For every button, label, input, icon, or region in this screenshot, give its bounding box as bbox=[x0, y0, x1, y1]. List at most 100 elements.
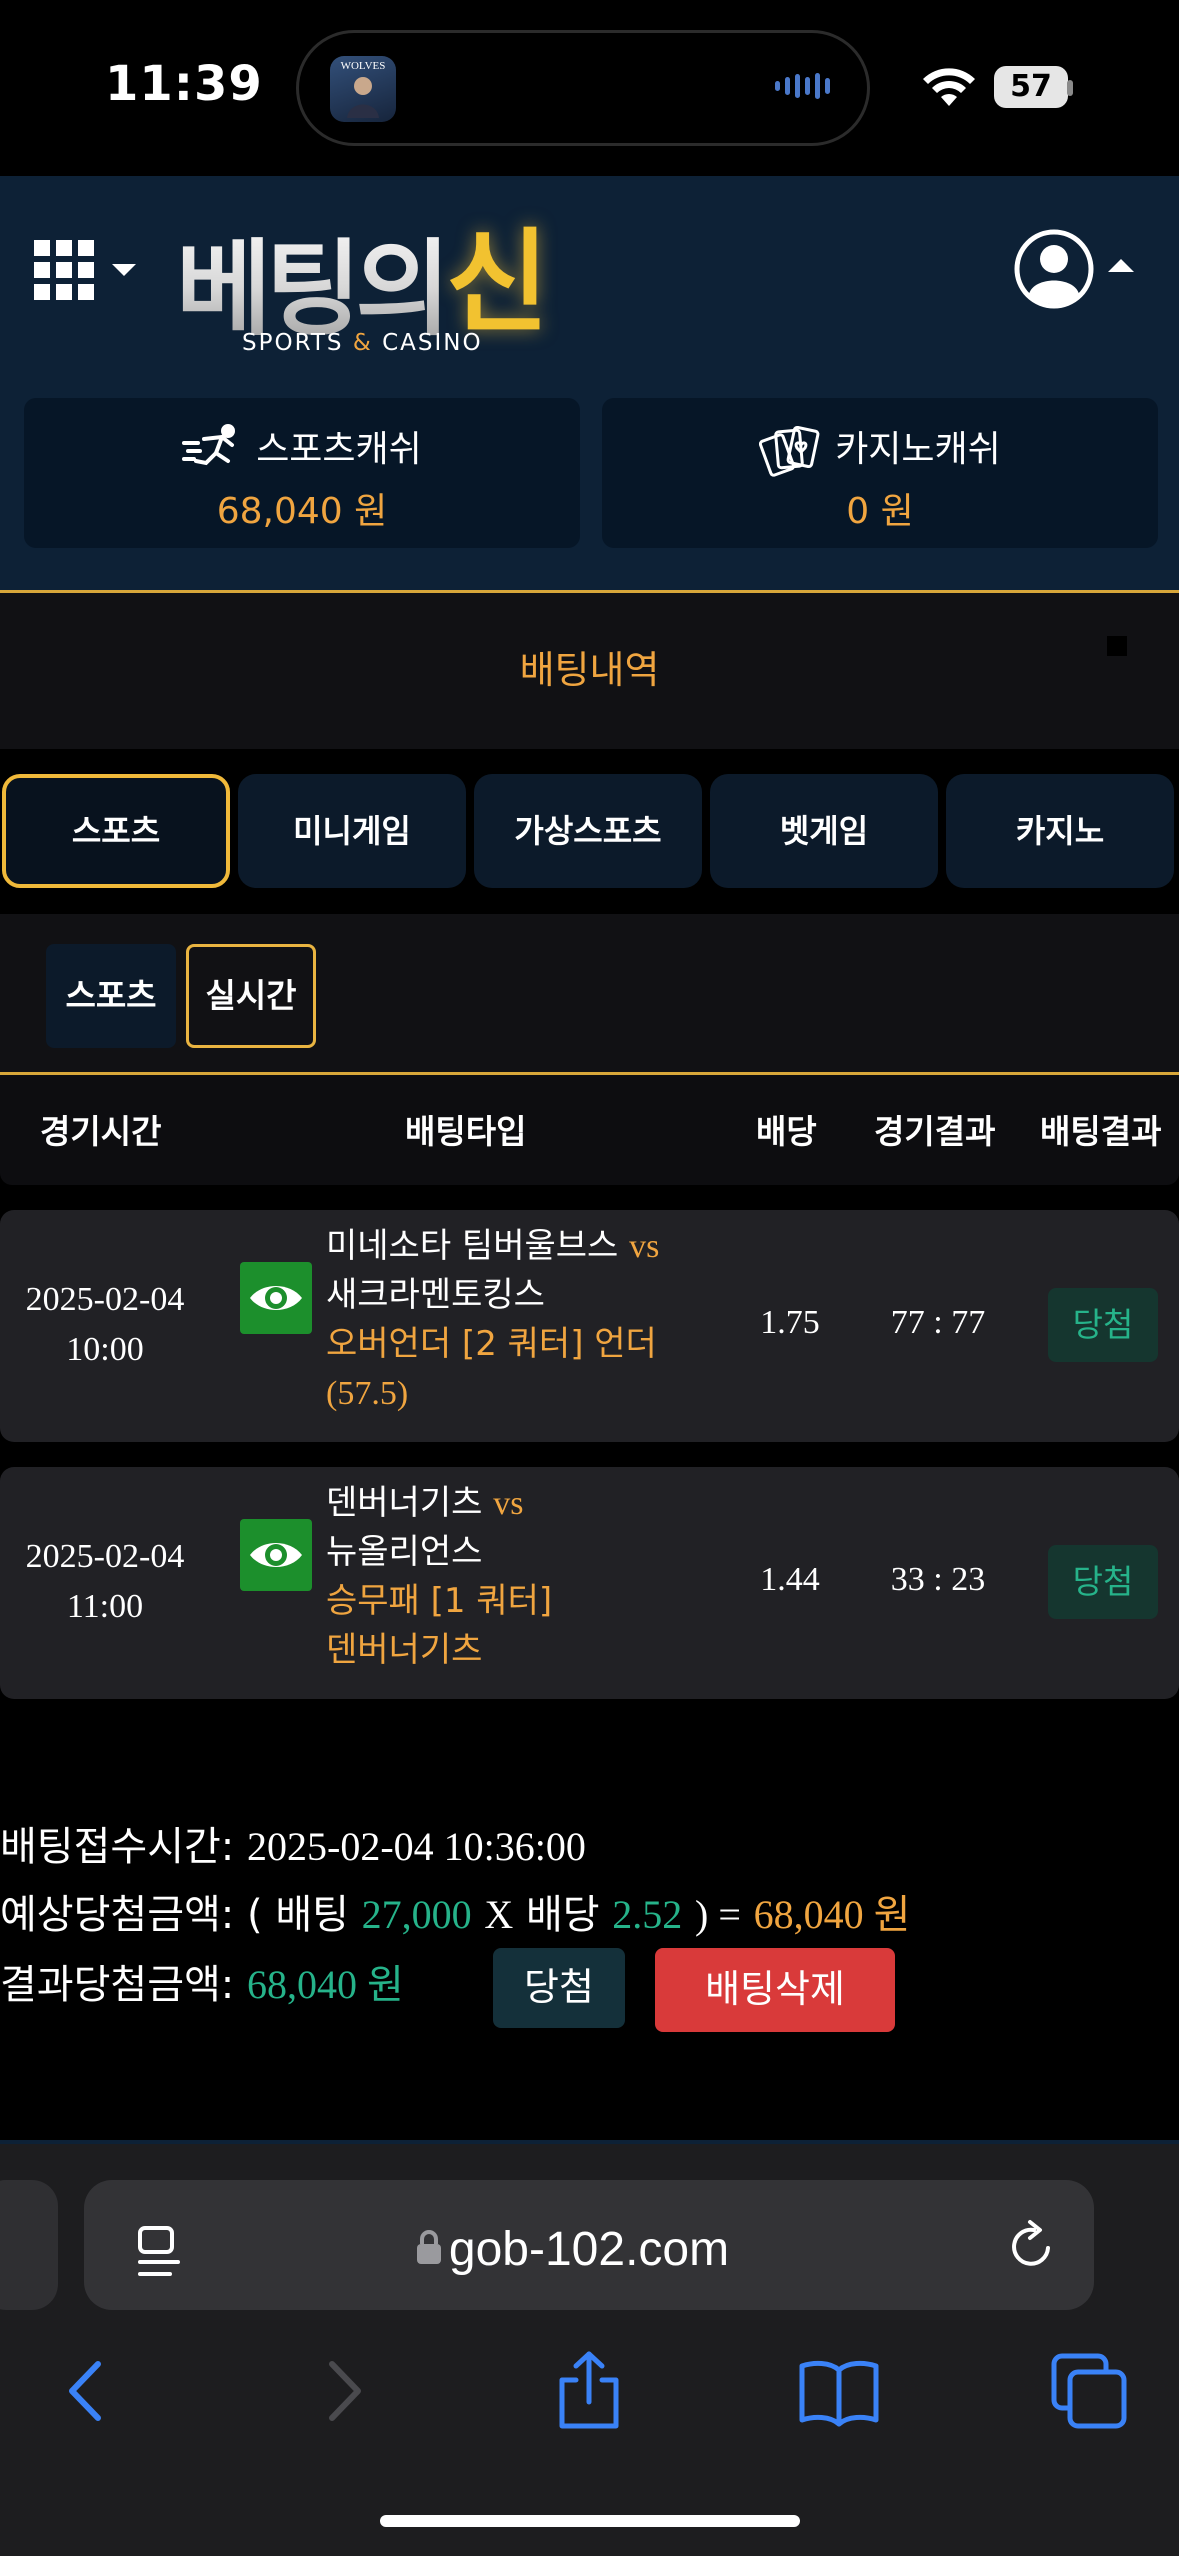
tab-virtual-sports[interactable]: 가상스포츠 bbox=[474, 774, 702, 888]
match-date: 2025-02-04 bbox=[25, 1281, 185, 1318]
odds-value: 1.44 bbox=[760, 1561, 820, 1598]
url-text[interactable]: gob-102.com bbox=[84, 2222, 1094, 2277]
logo-subtitle: SPORTS & CASINO bbox=[242, 330, 483, 356]
bookmarks-button[interactable] bbox=[794, 2346, 884, 2436]
logo-sub-sports: SPORTS bbox=[242, 330, 344, 356]
bet-type-cell: 덴버너기츠 vs 뉴올리언스 승무패 [1 쿼터] 덴버너기츠 bbox=[326, 1479, 706, 1675]
chevron-left-icon bbox=[69, 2361, 101, 2421]
subtab-live[interactable]: 실시간 bbox=[186, 944, 316, 1048]
table-header: 경기시간 배팅타입 배당 경기결과 배팅결과 bbox=[0, 1075, 1179, 1185]
column-header-time: 경기시간 bbox=[40, 1112, 162, 1151]
result-win-amount: 68,040 원 bbox=[247, 1962, 404, 2007]
tab-bet-game[interactable]: 벳게임 bbox=[710, 774, 938, 888]
forward-button[interactable] bbox=[298, 2346, 388, 2436]
odds-value: 1.75 bbox=[760, 1304, 820, 1341]
away-team: 뉴올리언스 bbox=[326, 1532, 483, 1572]
bet-pick: 덴버너기츠 bbox=[326, 1630, 483, 1670]
share-icon bbox=[559, 2351, 619, 2429]
column-header-score: 경기결과 bbox=[874, 1112, 996, 1151]
casino-cash-label: 카지노캐쉬 bbox=[835, 429, 1001, 470]
book-icon bbox=[799, 2360, 879, 2427]
tab-minigame[interactable]: 미니게임 bbox=[238, 774, 466, 888]
eye-icon bbox=[250, 1286, 302, 1310]
bet-market: 승무패 [1 쿼터] bbox=[326, 1581, 553, 1621]
menu-button[interactable] bbox=[34, 240, 144, 306]
close-square-icon[interactable] bbox=[1107, 636, 1127, 656]
sports-cash-label-row: 스포츠캐쉬 bbox=[24, 420, 580, 479]
multiply-sign: X bbox=[484, 1892, 514, 1937]
expected-win-line: 예상당첨금액: ( 배팅 27,000 X 배당 2.52 ) = 68,040… bbox=[0, 1882, 910, 1940]
bet-result-badge: 당첨 bbox=[1048, 1288, 1158, 1362]
stake-amount: 27,000 bbox=[361, 1892, 472, 1937]
battery-tip bbox=[1067, 80, 1073, 96]
eye-icon bbox=[250, 1543, 302, 1567]
bet-type-cell: 미네소타 팀버울브스 vs 새크라멘토킹스 오버언더 [2 쿼터] 언더 (57… bbox=[326, 1222, 706, 1418]
delete-bet-button[interactable]: 배팅삭제 bbox=[655, 1948, 895, 2032]
table-row: 2025-02-04 11:00 덴버너기츠 vs 뉴올리언스 승무패 [1 쿼… bbox=[0, 1467, 1179, 1699]
tabs-icon bbox=[1051, 2353, 1127, 2429]
home-team: 미네소타 팀버울브스 bbox=[326, 1226, 619, 1266]
logo-sub-amp: & bbox=[352, 330, 373, 356]
stake-label: ( 배팅 bbox=[247, 1892, 349, 1938]
user-avatar-icon bbox=[1014, 229, 1134, 309]
status-time: 11:39 bbox=[105, 56, 263, 112]
bet-market: 오버언더 [2 쿼터] 언더 bbox=[326, 1324, 657, 1364]
column-header-type: 배팅타입 bbox=[405, 1112, 527, 1151]
total-odds-value: 2.52 bbox=[612, 1892, 683, 1937]
subtab-sports[interactable]: 스포츠 bbox=[46, 944, 176, 1048]
playing-cards-icon bbox=[759, 425, 820, 477]
bet-result-badge: 당첨 bbox=[1048, 1545, 1158, 1619]
tab-casino[interactable]: 카지노 bbox=[946, 774, 1174, 888]
reload-icon[interactable] bbox=[1004, 2218, 1060, 2274]
address-bar[interactable]: gob-102.com bbox=[84, 2180, 1094, 2310]
site-logo[interactable]: 베팅의 신 SPORTS & CASINO bbox=[176, 196, 576, 366]
score-value: 77 : 77 bbox=[890, 1304, 986, 1341]
won-status-button[interactable]: 당첨 bbox=[493, 1948, 625, 2028]
match-time: 10:00 bbox=[66, 1331, 144, 1368]
column-header-result: 배팅결과 bbox=[1040, 1112, 1162, 1151]
wifi-icon bbox=[923, 68, 975, 106]
tabs-button[interactable] bbox=[1044, 2346, 1134, 2436]
casino-cash-card[interactable]: 카지노캐쉬 0 원 bbox=[602, 398, 1158, 548]
casino-cash-amount: 0 원 bbox=[846, 491, 914, 532]
grid-menu-icon bbox=[34, 240, 136, 300]
view-match-button[interactable] bbox=[240, 1262, 312, 1334]
match-time: 11:00 bbox=[66, 1588, 144, 1625]
view-match-button[interactable] bbox=[240, 1519, 312, 1591]
result-win-line: 결과당첨금액: 68,040 원 bbox=[0, 1952, 404, 2010]
subtab-panel: 스포츠 실시간 bbox=[0, 914, 1179, 1072]
tab-sports[interactable]: 스포츠 bbox=[2, 774, 230, 888]
audio-waveform-icon bbox=[775, 73, 830, 99]
artwork-figure-icon bbox=[347, 77, 379, 118]
running-player-icon bbox=[182, 424, 236, 466]
casino-cash-label-row: 카지노캐쉬 bbox=[602, 420, 1158, 481]
vs-label: vs bbox=[493, 1485, 524, 1522]
share-button[interactable] bbox=[544, 2346, 634, 2436]
previous-tab-preview[interactable] bbox=[0, 2180, 58, 2310]
now-playing-artwork[interactable]: WOLVES bbox=[330, 56, 396, 122]
result-win-label: 결과당첨금액: bbox=[0, 1962, 235, 2008]
match-date: 2025-02-04 bbox=[25, 1538, 185, 1575]
page-title-bar: 배팅내역 bbox=[0, 593, 1179, 749]
equals-sign: ) = bbox=[695, 1892, 741, 1937]
away-team: 새크라멘토킹스 bbox=[326, 1275, 545, 1315]
received-time-line: 배팅접수시간: 2025-02-04 10:36:00 bbox=[0, 1814, 586, 1872]
page-title: 배팅내역 bbox=[519, 648, 660, 692]
expected-win-amount: 68,040 원 bbox=[753, 1892, 911, 1937]
sports-cash-card[interactable]: 스포츠캐쉬 68,040 원 bbox=[24, 398, 580, 548]
artwork-label: WOLVES bbox=[340, 60, 386, 72]
column-header-odds: 배당 bbox=[756, 1112, 817, 1151]
back-button[interactable] bbox=[42, 2346, 132, 2436]
category-tabs: 스포츠 미니게임 가상스포츠 벳게임 카지노 bbox=[0, 772, 1179, 892]
home-team: 덴버너기츠 bbox=[326, 1483, 483, 1523]
sports-cash-amount: 68,040 원 bbox=[216, 491, 388, 532]
sports-cash-label: 스포츠캐쉬 bbox=[256, 429, 422, 470]
bet-pick: (57.5) bbox=[326, 1375, 409, 1412]
vs-label: vs bbox=[629, 1228, 660, 1265]
total-odds-label: 배당 bbox=[525, 1892, 600, 1938]
received-time-value: 2025-02-04 10:36:00 bbox=[247, 1824, 586, 1869]
match-datetime: 2025-02-04 11:00 bbox=[0, 1532, 210, 1632]
table-row: 2025-02-04 10:00 미네소타 팀버울브스 vs 새크라멘토킹스 오… bbox=[0, 1210, 1179, 1442]
match-datetime: 2025-02-04 10:00 bbox=[0, 1275, 210, 1375]
user-menu-button[interactable] bbox=[1012, 226, 1142, 312]
